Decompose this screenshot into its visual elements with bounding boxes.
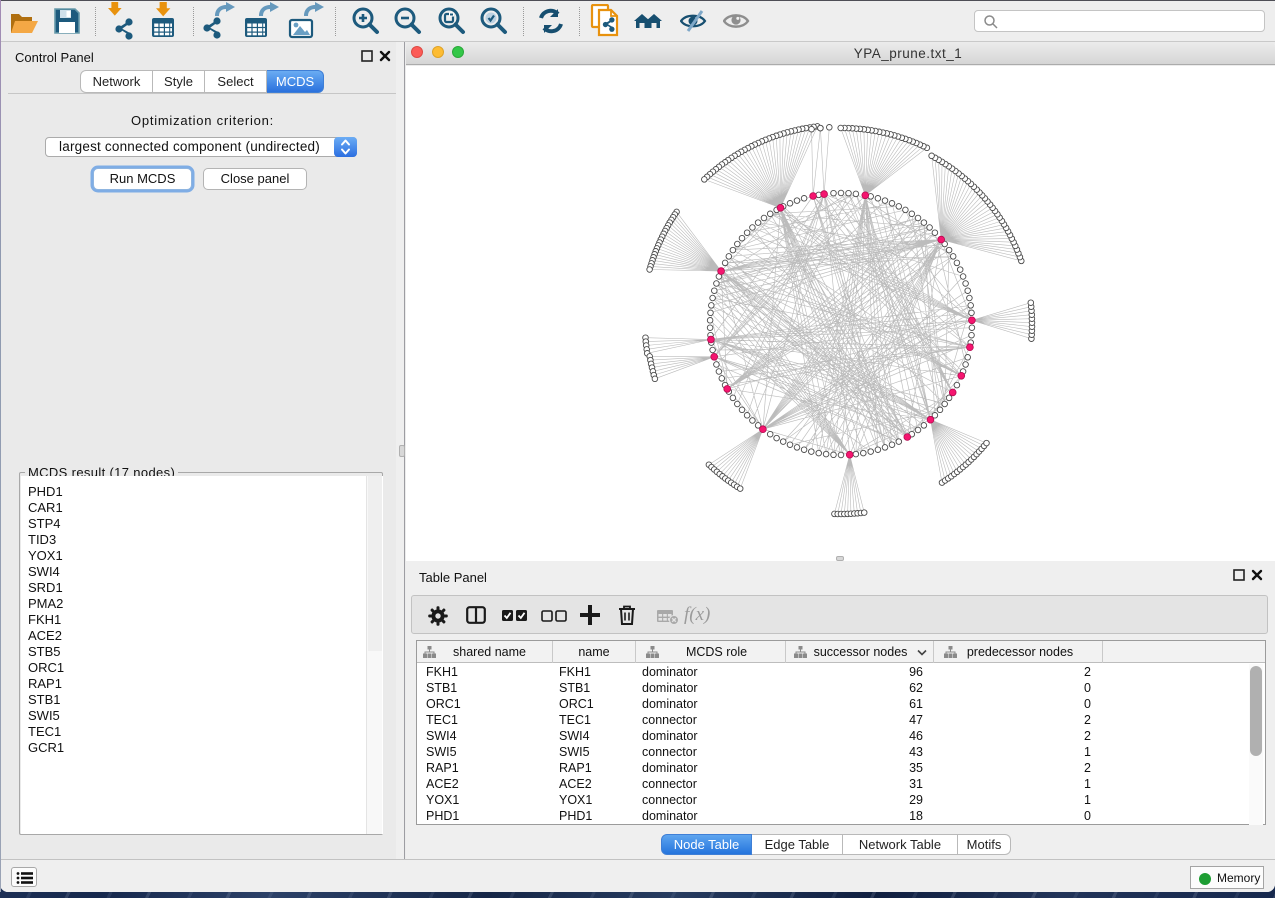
svg-text:f(x): f(x) [684,604,710,625]
